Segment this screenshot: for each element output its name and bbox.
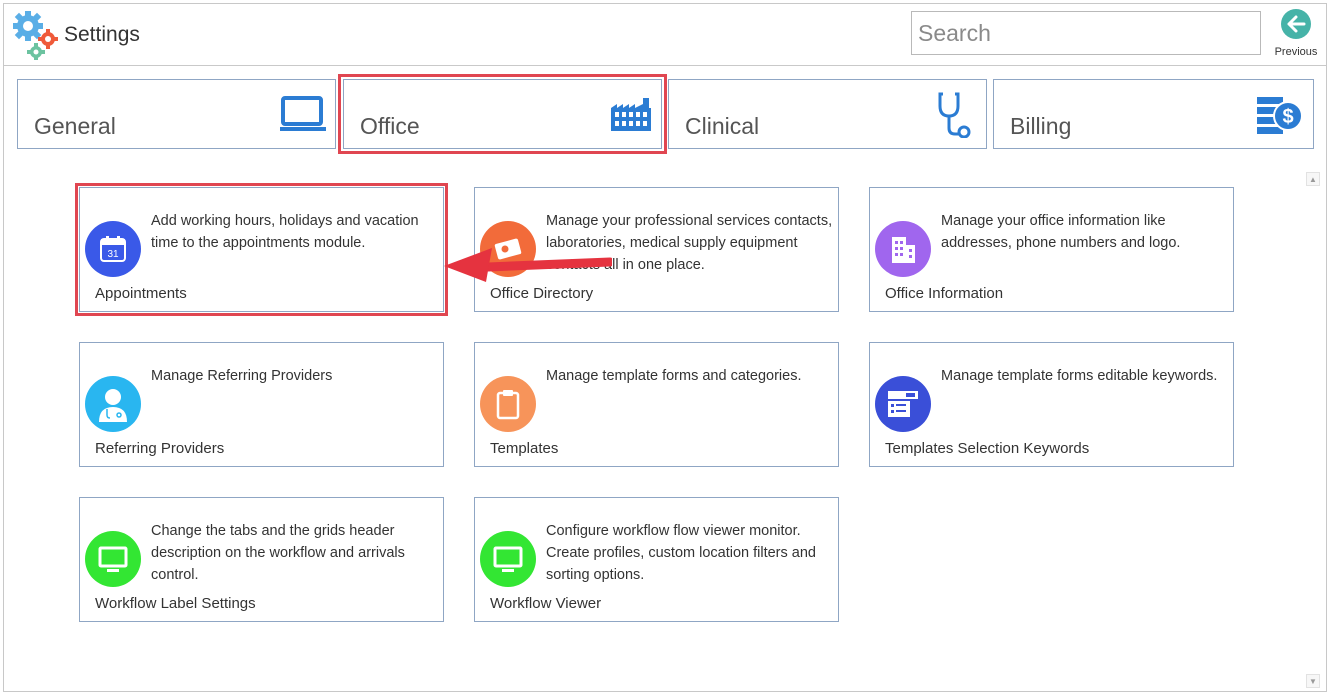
building-icon <box>611 98 651 131</box>
card-description: Manage your office information like addr… <box>941 213 1181 251</box>
card-description: Add working hours, holidays and vacation… <box>151 213 419 251</box>
tab-office[interactable]: Office <box>338 74 667 154</box>
header: Settings Previous <box>4 4 1326 66</box>
card-workflow-viewer[interactable]: Configure workflow flow viewer monitor. … <box>474 497 839 622</box>
previous-label: Previous <box>1274 46 1318 58</box>
card-workflow-label-settings[interactable]: Change the tabs and the grids header des… <box>79 497 444 622</box>
card-title: Office Directory <box>490 285 594 302</box>
tab-label: Clinical <box>685 113 760 139</box>
card-title: Office Information <box>885 285 1004 302</box>
card-referring-providers[interactable]: Manage Referring Providers Referring Pro… <box>79 342 444 467</box>
card-title: Appointments <box>95 285 187 302</box>
card-title: Workflow Viewer <box>490 595 602 612</box>
card-description: Manage template forms editable keywords. <box>941 368 1218 384</box>
settings-gears-icon <box>13 11 58 60</box>
card-description: Manage Referring Providers <box>151 368 333 384</box>
card-description: Change the tabs and the grids header des… <box>151 523 405 583</box>
card-description: Configure workflow flow viewer monitor. … <box>546 523 816 583</box>
tab-label: Billing <box>1010 113 1072 139</box>
scroll-down-button[interactable]: ▼ <box>1306 674 1320 688</box>
stethoscope-icon <box>938 92 971 138</box>
calendar-icon: 31 <box>85 221 141 277</box>
tab-billing[interactable]: Billing $ <box>993 79 1314 149</box>
scroll-up-button[interactable]: ▲ <box>1306 172 1320 186</box>
settings-window: Settings Previous General Office Clini <box>3 3 1327 692</box>
monitor-icon <box>85 531 141 587</box>
clipboard-icon <box>480 376 536 432</box>
card-templates-selection-keywords[interactable]: Manage template forms editable keywords.… <box>869 342 1234 467</box>
card-description: Manage template forms and categories. <box>546 368 802 384</box>
previous-button[interactable]: Previous <box>1270 8 1322 62</box>
svg-text:$: $ <box>1282 106 1293 128</box>
tab-clinical[interactable]: Clinical <box>668 79 987 149</box>
card-title: Workflow Label Settings <box>95 595 256 612</box>
card-appointments[interactable]: 31 Add working hours, holidays and vacat… <box>75 183 448 316</box>
monitor-icon <box>280 96 326 131</box>
monitor-icon <box>480 531 536 587</box>
form-keywords-icon <box>875 376 931 432</box>
tab-general[interactable]: General <box>17 79 336 149</box>
search-input[interactable] <box>911 11 1261 55</box>
page-title: Settings <box>64 23 140 46</box>
calendar-day: 31 <box>107 249 119 260</box>
office-building-icon <box>875 221 931 277</box>
back-arrow-icon <box>1281 9 1311 39</box>
card-title: Referring Providers <box>95 440 225 457</box>
card-title: Templates Selection Keywords <box>885 440 1090 457</box>
card-office-information[interactable]: Manage your office information like addr… <box>869 187 1234 312</box>
doctor-icon <box>85 376 141 432</box>
billing-dollar-icon: $ <box>1257 97 1303 134</box>
tab-label: Office <box>360 113 420 139</box>
card-title: Templates <box>490 440 559 457</box>
annotation-arrow-icon <box>444 248 612 282</box>
card-templates[interactable]: Manage template forms and categories. Te… <box>474 342 839 467</box>
tab-label: General <box>34 113 116 139</box>
